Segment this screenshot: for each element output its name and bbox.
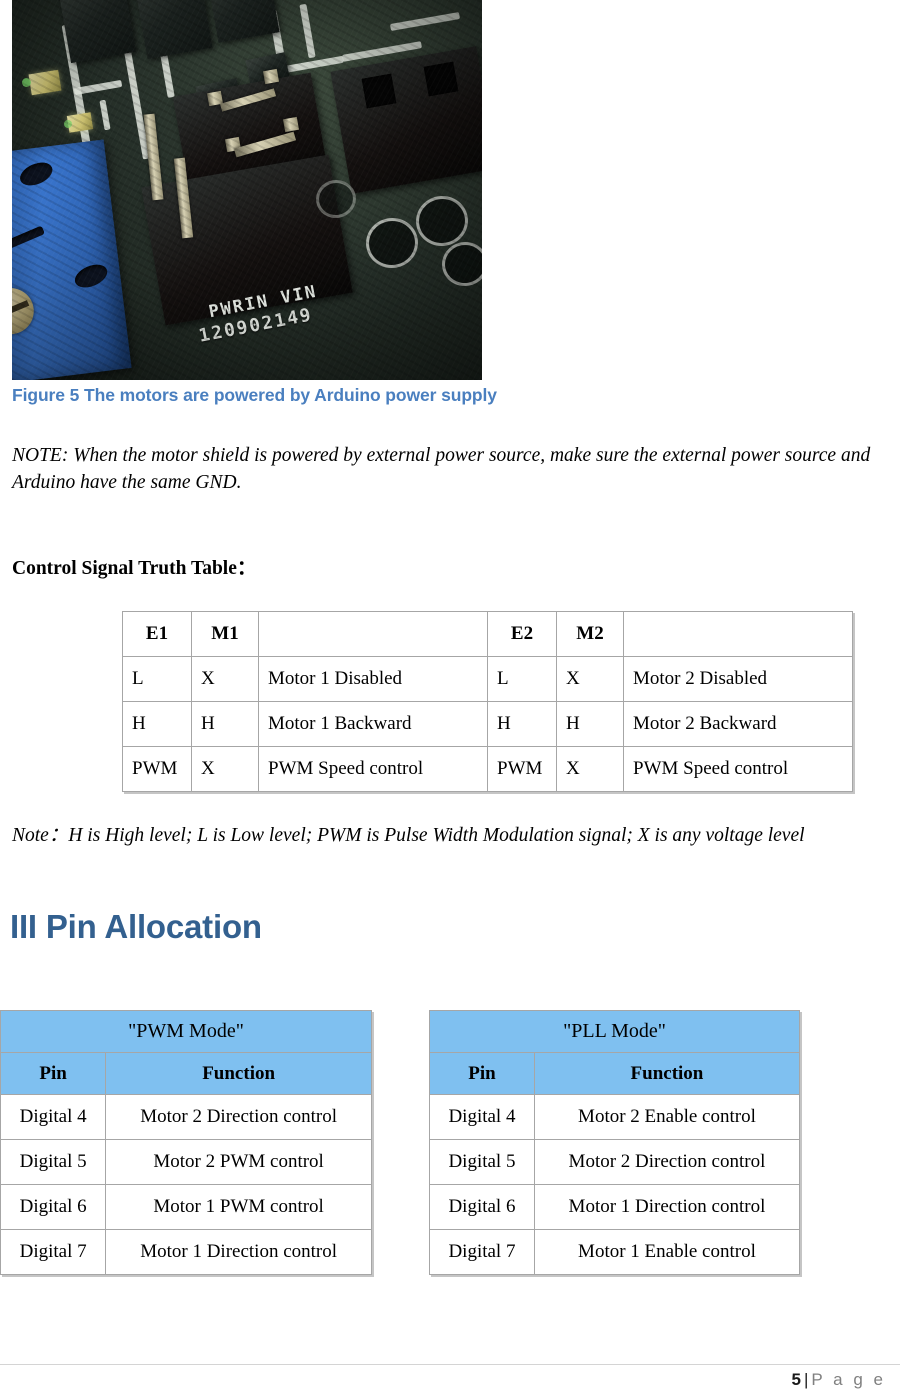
cell-m2: X xyxy=(556,656,624,702)
table-row: Digital 6 Motor 1 PWM control xyxy=(0,1184,372,1230)
cell-e2: L xyxy=(487,656,557,702)
cell-function: Motor 2 PWM control xyxy=(105,1139,372,1185)
cell-desc2: Motor 2 Backward xyxy=(623,701,853,747)
truth-table-title: Control Signal Truth Table： xyxy=(12,558,257,579)
cell-m1: X xyxy=(191,746,259,792)
table-row: Digital 5 Motor 2 PWM control xyxy=(0,1139,372,1185)
cell-function: Motor 1 Direction control xyxy=(533,1184,801,1230)
truth-table-note: Note：H is High level; L is Low level; PW… xyxy=(12,825,805,846)
column-header-e2: E2 xyxy=(487,611,557,657)
table-row: Digital 4 Motor 2 Direction control xyxy=(0,1094,372,1140)
page-title: III Pin Allocation xyxy=(10,908,262,945)
cell-m1: X xyxy=(191,656,259,702)
column-header-e1: E1 xyxy=(122,611,192,657)
cell-e2: H xyxy=(487,701,557,747)
cell-desc2: Motor 2 Disabled xyxy=(623,656,853,702)
column-header-pin: Pin xyxy=(429,1052,535,1095)
figure-photo: PWRIN VIN 120902149 xyxy=(12,0,482,380)
cell-desc1: PWM Speed control xyxy=(258,746,488,792)
cell-pin: Digital 4 xyxy=(0,1094,107,1140)
cell-pin: Digital 5 xyxy=(429,1139,535,1185)
table-row: Digital 4 Motor 2 Enable control xyxy=(429,1094,801,1140)
table-row: Digital 7 Motor 1 Direction control xyxy=(0,1229,372,1275)
table-header-row: Pin Function xyxy=(429,1052,801,1095)
page-number-value: 5 xyxy=(791,1370,801,1389)
cell-function: Motor 1 Direction control xyxy=(105,1229,372,1275)
footer-divider xyxy=(0,1364,900,1365)
column-header-desc2 xyxy=(623,611,853,657)
cell-desc2: PWM Speed control xyxy=(623,746,853,792)
column-header-desc1 xyxy=(258,611,488,657)
cell-function: Motor 2 Direction control xyxy=(533,1139,801,1185)
cell-m2: H xyxy=(556,701,624,747)
cell-pin: Digital 4 xyxy=(429,1094,535,1140)
column-header-function: Function xyxy=(105,1052,372,1095)
cell-m2: X xyxy=(556,746,624,792)
column-header-m2: M2 xyxy=(556,611,624,657)
column-header-pin: Pin xyxy=(0,1052,107,1095)
table-title-row: "PWM Mode" xyxy=(0,1010,372,1053)
table-row: L X Motor 1 Disabled L X Motor 2 Disable… xyxy=(122,656,853,702)
table-header-row: E1 M1 E2 M2 xyxy=(122,611,853,657)
cell-e1: H xyxy=(122,701,192,747)
cell-e2: PWM xyxy=(487,746,557,792)
table-row: Digital 6 Motor 1 Direction control xyxy=(429,1184,801,1230)
footer-page-number: 5 | P a g e xyxy=(792,1370,886,1390)
cell-m1: H xyxy=(191,701,259,747)
cell-pin: Digital 6 xyxy=(0,1184,107,1230)
cell-function: Motor 1 PWM control xyxy=(105,1184,372,1230)
table-row: Digital 7 Motor 1 Enable control xyxy=(429,1229,801,1275)
control-signal-truth-table: E1 M1 E2 M2 L X Motor 1 Disabled L X Mot… xyxy=(122,611,853,792)
pll-mode-pin-table: "PLL Mode" Pin Function Digital 4 Motor … xyxy=(429,1010,801,1275)
cell-pin: Digital 6 xyxy=(429,1184,535,1230)
photo-vignette xyxy=(12,0,482,380)
cell-function: Motor 2 Enable control xyxy=(533,1094,801,1140)
cell-desc1: Motor 1 Disabled xyxy=(258,656,488,702)
table-row: PWM X PWM Speed control PWM X PWM Speed … xyxy=(122,746,853,792)
column-header-function: Function xyxy=(533,1052,801,1095)
pll-mode-title: "PLL Mode" xyxy=(429,1010,800,1053)
table-title-row: "PLL Mode" xyxy=(429,1010,800,1053)
pwm-mode-pin-table: "PWM Mode" Pin Function Digital 4 Motor … xyxy=(0,1010,372,1275)
cell-e1: PWM xyxy=(122,746,192,792)
table-header-row: Pin Function xyxy=(0,1052,372,1095)
cell-desc1: Motor 1 Backward xyxy=(258,701,488,747)
cell-pin: Digital 5 xyxy=(0,1139,107,1185)
page-separator: | xyxy=(804,1370,809,1389)
cell-pin: Digital 7 xyxy=(429,1229,535,1275)
pwm-mode-title: "PWM Mode" xyxy=(0,1010,372,1053)
cell-e1: L xyxy=(122,656,192,702)
figure-caption: Figure 5 The motors are powered by Ardui… xyxy=(12,385,497,405)
page-label: P a g e xyxy=(811,1370,886,1389)
table-row: Digital 5 Motor 2 Direction control xyxy=(429,1139,801,1185)
column-header-m1: M1 xyxy=(191,611,259,657)
cell-function: Motor 2 Direction control xyxy=(105,1094,372,1140)
note-paragraph: NOTE: When the motor shield is powered b… xyxy=(12,445,871,493)
cell-pin: Digital 7 xyxy=(0,1229,107,1275)
cell-function: Motor 1 Enable control xyxy=(533,1229,801,1275)
table-row: H H Motor 1 Backward H H Motor 2 Backwar… xyxy=(122,701,853,747)
